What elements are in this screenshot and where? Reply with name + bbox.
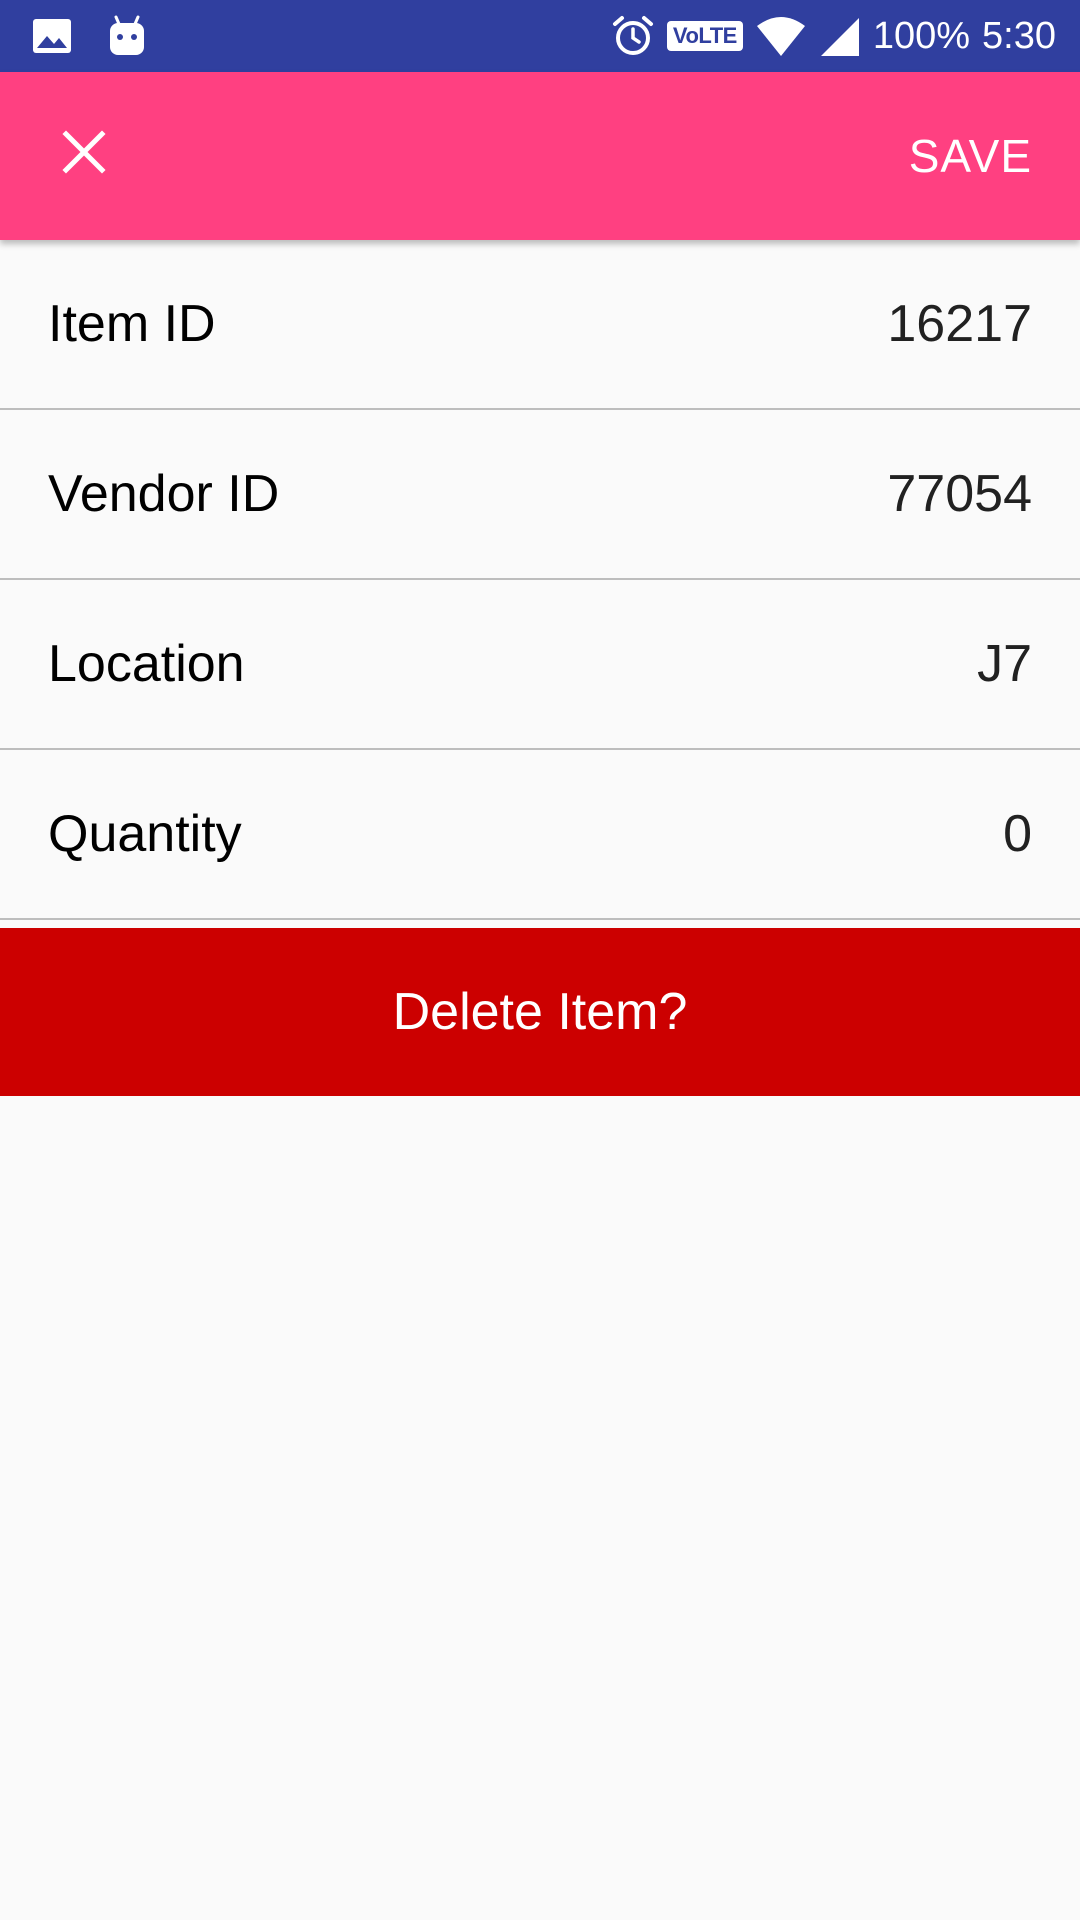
- alarm-icon: [611, 14, 655, 58]
- location-value[interactable]: J7: [977, 634, 1032, 694]
- status-bar-notifications: [32, 12, 182, 60]
- quantity-row[interactable]: Quantity 0: [0, 750, 1080, 920]
- clock: 5:30: [982, 14, 1056, 57]
- save-button[interactable]: SAVE: [909, 72, 1032, 240]
- wifi-icon: [755, 16, 807, 56]
- app-bar: SAVE: [0, 72, 1080, 240]
- vendor-id-value[interactable]: 77054: [887, 464, 1032, 524]
- item-id-value[interactable]: 16217: [887, 294, 1032, 354]
- item-form: Item ID 16217 Vendor ID 77054 Location J…: [0, 240, 1080, 920]
- item-id-row[interactable]: Item ID 16217: [0, 240, 1080, 410]
- volte-badge: VoLTE: [666, 21, 743, 51]
- delete-item-button[interactable]: Delete Item?: [0, 928, 1080, 1096]
- quantity-value[interactable]: 0: [1003, 804, 1032, 864]
- status-bar-system: VoLTE 100% 5:30: [599, 12, 1056, 60]
- image-icon: [32, 18, 72, 54]
- item-id-label: Item ID: [48, 295, 216, 353]
- close-icon: [62, 130, 106, 174]
- location-row[interactable]: Location J7: [0, 580, 1080, 750]
- vendor-id-row[interactable]: Vendor ID 77054: [0, 410, 1080, 580]
- battery-percentage: 100%: [872, 14, 971, 57]
- android-icon: [108, 15, 146, 57]
- location-label: Location: [48, 635, 245, 693]
- close-button[interactable]: [44, 112, 124, 192]
- quantity-label: Quantity: [48, 805, 242, 863]
- cell-signal-icon: [819, 16, 861, 56]
- status-bar: VoLTE 100% 5:30: [0, 0, 1080, 72]
- vendor-id-label: Vendor ID: [48, 465, 280, 523]
